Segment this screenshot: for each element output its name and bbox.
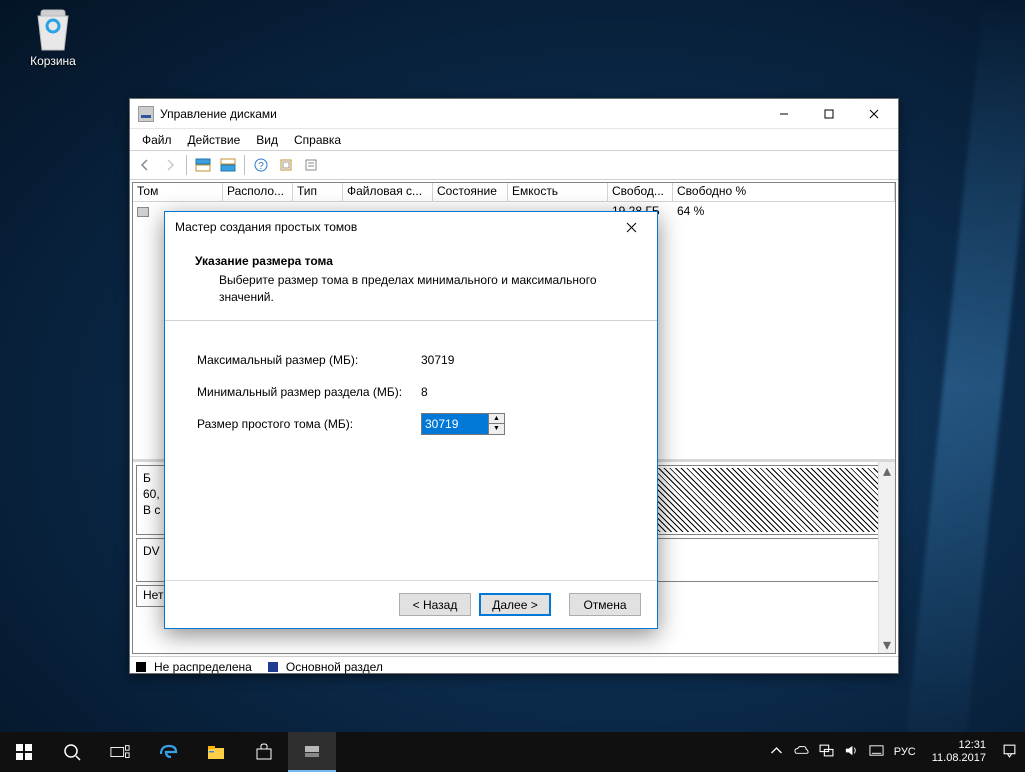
col-capacity[interactable]: Емкость bbox=[508, 183, 608, 201]
disk-mgmt-taskbar-button[interactable] bbox=[288, 732, 336, 772]
edge-button[interactable] bbox=[144, 732, 192, 772]
search-button[interactable] bbox=[48, 732, 96, 772]
legend-unallocated: Не распределена bbox=[154, 660, 252, 674]
cancel-button[interactable]: Отмена bbox=[569, 593, 641, 616]
wizard-footer: < Назад Далее > Отмена bbox=[165, 580, 657, 628]
taskbar: РУС 12:31 11.08.2017 bbox=[0, 732, 1025, 772]
app-icon bbox=[138, 106, 154, 122]
col-free[interactable]: Свобод... bbox=[608, 183, 673, 201]
col-status[interactable]: Состояние bbox=[433, 183, 508, 201]
toolbar: ? bbox=[130, 151, 898, 180]
store-button[interactable] bbox=[240, 732, 288, 772]
view-top-button[interactable] bbox=[192, 154, 214, 176]
volume-list-header: Том Располо... Тип Файловая с... Состоян… bbox=[133, 183, 895, 202]
help-button[interactable]: ? bbox=[250, 154, 272, 176]
tray-notifications-icon[interactable] bbox=[1002, 743, 1017, 761]
back-button[interactable] bbox=[134, 154, 156, 176]
min-size-label: Минимальный размер раздела (МБ): bbox=[189, 385, 409, 399]
wizard-subheader: Выберите размер тома в пределах минималь… bbox=[219, 272, 633, 306]
legend-unallocated-swatch bbox=[136, 662, 146, 672]
background-glow bbox=[902, 0, 1025, 772]
scroll-down-icon[interactable]: ▾ bbox=[879, 636, 895, 653]
max-size-label: Максимальный размер (МБ): bbox=[189, 353, 409, 367]
col-fs[interactable]: Файловая с... bbox=[343, 183, 433, 201]
tray-volume-icon[interactable] bbox=[844, 743, 859, 761]
minimize-button[interactable] bbox=[761, 99, 806, 128]
next-button[interactable]: Далее > bbox=[479, 593, 551, 616]
wizard-title: Мастер создания простых томов bbox=[175, 220, 357, 234]
wizard-header: Указание размера тома bbox=[195, 254, 633, 268]
wizard-titlebar[interactable]: Мастер создания простых томов bbox=[165, 212, 657, 242]
back-button[interactable]: < Назад bbox=[399, 593, 471, 616]
legend-primary: Основной раздел bbox=[286, 660, 383, 674]
window-title: Управление дисками bbox=[160, 107, 277, 121]
tray-network-icon[interactable] bbox=[819, 743, 834, 761]
tray-date: 11.08.2017 bbox=[932, 752, 986, 765]
volume-size-input[interactable] bbox=[421, 413, 489, 435]
maximize-button[interactable] bbox=[806, 99, 851, 128]
titlebar[interactable]: Управление дисками bbox=[130, 99, 898, 129]
tray-chevron-up-icon[interactable] bbox=[769, 743, 784, 761]
scroll-up-icon[interactable]: ▴ bbox=[879, 462, 895, 479]
menu-action[interactable]: Действие bbox=[180, 130, 249, 150]
system-tray: РУС 12:31 11.08.2017 bbox=[769, 739, 1025, 765]
menu-help[interactable]: Справка bbox=[286, 130, 349, 150]
cell-freepct: 64 % bbox=[673, 204, 895, 218]
properties-button[interactable] bbox=[300, 154, 322, 176]
tray-onedrive-icon[interactable] bbox=[794, 743, 809, 761]
tray-clock[interactable]: 12:31 11.08.2017 bbox=[926, 739, 992, 765]
spin-down-icon[interactable]: ▼ bbox=[489, 424, 504, 434]
col-type[interactable]: Тип bbox=[293, 183, 343, 201]
max-size-value: 30719 bbox=[409, 353, 454, 367]
volume-icon bbox=[137, 207, 149, 217]
view-bottom-button[interactable] bbox=[217, 154, 239, 176]
recycle-bin[interactable]: Корзина bbox=[18, 6, 88, 68]
volume-size-spinbox[interactable]: ▲ ▼ bbox=[421, 413, 505, 435]
wizard-close-button[interactable] bbox=[611, 213, 651, 241]
explorer-button[interactable] bbox=[192, 732, 240, 772]
recycle-bin-icon bbox=[32, 6, 74, 52]
simple-volume-wizard: Мастер создания простых томов Указание р… bbox=[164, 211, 658, 629]
svg-text:?: ? bbox=[258, 161, 264, 172]
col-layout[interactable]: Располо... bbox=[223, 183, 293, 201]
refresh-button[interactable] bbox=[275, 154, 297, 176]
min-size-value: 8 bbox=[409, 385, 428, 399]
col-volume[interactable]: Том bbox=[133, 183, 223, 201]
menu-file[interactable]: Файл bbox=[134, 130, 180, 150]
col-freepct[interactable]: Свободно % bbox=[673, 183, 895, 201]
tray-time: 12:31 bbox=[932, 739, 986, 752]
tray-language[interactable]: РУС bbox=[894, 746, 916, 758]
menu-view[interactable]: Вид bbox=[248, 130, 286, 150]
legend-primary-swatch bbox=[268, 662, 278, 672]
recycle-bin-label: Корзина bbox=[18, 54, 88, 68]
spin-up-icon[interactable]: ▲ bbox=[489, 414, 504, 425]
volume-size-label: Размер простого тома (МБ): bbox=[189, 417, 409, 431]
legend: Не распределена Основной раздел bbox=[130, 656, 898, 677]
separator bbox=[165, 320, 657, 321]
menubar: Файл Действие Вид Справка bbox=[130, 129, 898, 151]
close-button[interactable] bbox=[851, 99, 896, 128]
taskview-button[interactable] bbox=[96, 732, 144, 772]
start-button[interactable] bbox=[0, 732, 48, 772]
fwd-button[interactable] bbox=[159, 154, 181, 176]
vertical-scrollbar[interactable]: ▴ ▾ bbox=[878, 462, 895, 653]
tray-ime-icon[interactable] bbox=[869, 743, 884, 761]
